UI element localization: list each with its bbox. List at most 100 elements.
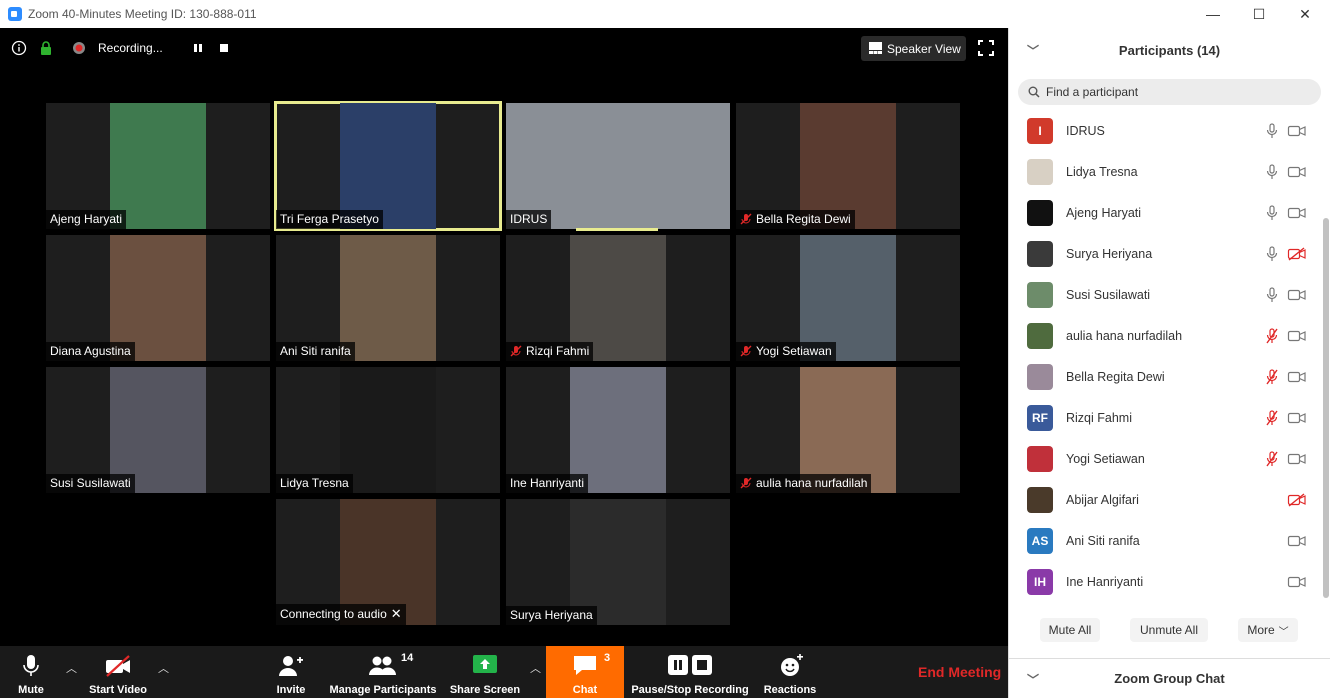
microphone-icon[interactable] [1265, 246, 1279, 262]
maximize-button[interactable]: ☐ [1236, 0, 1282, 28]
participant-name: Yogi Setiawan [1066, 451, 1145, 466]
view-grid-icon [869, 42, 882, 54]
share-screen-button[interactable]: Share Screen [448, 646, 522, 698]
manage-participants-button[interactable]: 14 Manage Participants [326, 646, 440, 698]
scrollbar-thumb[interactable] [1323, 218, 1329, 598]
participant-row[interactable]: Surya Heriyana [1009, 233, 1319, 274]
participant-row[interactable]: IH Ine Hanriyanti [1009, 561, 1319, 602]
tile-name-label: aulia hana nurfadilah [736, 474, 872, 493]
pause-stop-recording-button[interactable]: Pause/Stop Recording [630, 646, 750, 698]
video-camera-icon[interactable] [1287, 206, 1307, 220]
video-tile[interactable]: Ajeng Haryati [46, 103, 270, 229]
video-tile[interactable]: IDRUS [506, 103, 730, 229]
more-button[interactable]: More ﹀ [1238, 618, 1298, 642]
participant-row[interactable]: Ajeng Haryati [1009, 192, 1319, 233]
reactions-label: Reactions [763, 684, 817, 696]
info-icon[interactable] [11, 40, 27, 56]
tile-name-label: Diana Agustina [46, 342, 135, 361]
mic-muted-icon[interactable] [1265, 328, 1279, 344]
video-camera-icon[interactable] [1287, 534, 1307, 548]
participant-row[interactable]: aulia hana nurfadilah [1009, 315, 1319, 356]
video-camera-icon[interactable] [1287, 288, 1307, 302]
video-camera-icon[interactable] [1287, 411, 1307, 425]
audio-options-chevron-icon[interactable]: ︿ [66, 660, 77, 676]
participant-row[interactable]: Susi Susilawati [1009, 274, 1319, 315]
close-button[interactable]: ✕ [1282, 0, 1328, 28]
participant-row[interactable]: Yogi Setiawan [1009, 438, 1319, 479]
recording-dot-icon [73, 42, 85, 54]
mute-all-button[interactable]: Mute All [1040, 618, 1100, 642]
fullscreen-icon[interactable] [978, 40, 994, 56]
meeting-area: Recording... Speaker View Ajeng Haryati T… [0, 28, 1008, 698]
video-tile[interactable]: Diana Agustina [46, 235, 270, 361]
stop-recording-icon[interactable] [216, 40, 232, 56]
video-camera-icon[interactable] [1287, 575, 1307, 589]
video-camera-icon[interactable] [1287, 165, 1307, 179]
avatar [1027, 486, 1053, 513]
microphone-icon[interactable] [1265, 205, 1279, 221]
mic-muted-icon[interactable] [1265, 410, 1279, 426]
participant-row[interactable]: Abijar Algifari [1009, 479, 1319, 520]
participants-header: ﹀ Participants (14) [1009, 28, 1330, 72]
group-chat-header[interactable]: ﹀ Zoom Group Chat [1009, 658, 1330, 698]
unmute-all-button[interactable]: Unmute All [1130, 618, 1208, 642]
video-camera-icon[interactable] [1287, 329, 1307, 343]
minimize-button[interactable]: — [1190, 0, 1236, 28]
video-off-icon[interactable] [1287, 493, 1307, 507]
muted-mic-icon [740, 213, 752, 225]
tile-name-label: IDRUS [506, 210, 552, 229]
video-tile[interactable]: Bella Regita Dewi [736, 103, 960, 229]
video-tile[interactable]: Ine Hanriyanti [506, 367, 730, 493]
participant-name: aulia hana nurfadilah [756, 476, 868, 490]
video-tile[interactable]: Rizqi Fahmi [506, 235, 730, 361]
video-tile[interactable]: aulia hana nurfadilah [736, 367, 960, 493]
chat-bubble-icon [574, 656, 596, 675]
encryption-lock-icon[interactable] [38, 40, 54, 56]
microphone-icon[interactable] [1265, 287, 1279, 303]
video-tile[interactable]: Yogi Setiawan [736, 235, 960, 361]
mic-muted-icon[interactable] [1265, 451, 1279, 467]
speaker-view-button[interactable]: Speaker View [861, 36, 966, 61]
video-tile[interactable]: Ani Siti ranifa [276, 235, 500, 361]
add-person-icon [279, 656, 303, 676]
video-tile[interactable]: Tri Ferga Prasetyo [274, 101, 502, 231]
chat-label: Chat [572, 684, 598, 696]
close-icon[interactable]: ✕ [391, 606, 402, 622]
participant-name: Abijar Algifari [1066, 492, 1139, 507]
video-off-icon[interactable] [1287, 247, 1307, 261]
chat-collapse-chevron-icon[interactable]: ﹀ [1027, 671, 1039, 688]
share-options-chevron-icon[interactable]: ︿ [530, 660, 541, 676]
participant-row[interactable]: I IDRUS [1009, 110, 1319, 151]
start-video-button[interactable]: Start Video [84, 646, 152, 698]
invite-button[interactable]: Invite [268, 646, 314, 698]
video-tile[interactable]: Connecting to audio ✕ [276, 499, 500, 625]
window-title: Zoom 40-Minutes Meeting ID: 130-888-011 [28, 7, 257, 21]
participant-name: Bella Regita Dewi [756, 212, 851, 226]
reactions-button[interactable]: Reactions [760, 646, 820, 698]
video-options-chevron-icon[interactable]: ︿ [158, 660, 169, 676]
video-tile[interactable]: Surya Heriyana [506, 499, 730, 625]
participant-name: Ani Siti ranifa [1066, 533, 1140, 548]
chat-button[interactable]: 3 Chat [546, 646, 624, 698]
microphone-icon[interactable] [1265, 164, 1279, 180]
video-camera-icon[interactable] [1287, 370, 1307, 384]
pause-recording-icon[interactable] [190, 40, 206, 56]
end-meeting-button[interactable]: End Meeting [918, 664, 1001, 680]
share-screen-icon [473, 655, 497, 673]
participant-list-scrollbar[interactable] [1322, 110, 1330, 610]
collapse-chevron-icon[interactable]: ﹀ [1027, 42, 1039, 59]
video-camera-icon[interactable] [1287, 124, 1307, 138]
microphone-icon[interactable] [1265, 123, 1279, 139]
participant-name: aulia hana nurfadilah [1066, 328, 1183, 343]
mute-button[interactable]: Mute [8, 646, 54, 698]
video-camera-icon[interactable] [1287, 452, 1307, 466]
mic-muted-icon[interactable] [1265, 369, 1279, 385]
participant-row[interactable]: AS Ani Siti ranifa [1009, 520, 1319, 561]
avatar [1027, 363, 1053, 390]
video-tile[interactable]: Lidya Tresna [276, 367, 500, 493]
video-tile[interactable]: Susi Susilawati [46, 367, 270, 493]
participant-row[interactable]: Lidya Tresna [1009, 151, 1319, 192]
participant-row[interactable]: Bella Regita Dewi [1009, 356, 1319, 397]
participant-search-input[interactable]: Find a participant [1018, 79, 1321, 105]
participant-row[interactable]: RF Rizqi Fahmi [1009, 397, 1319, 438]
